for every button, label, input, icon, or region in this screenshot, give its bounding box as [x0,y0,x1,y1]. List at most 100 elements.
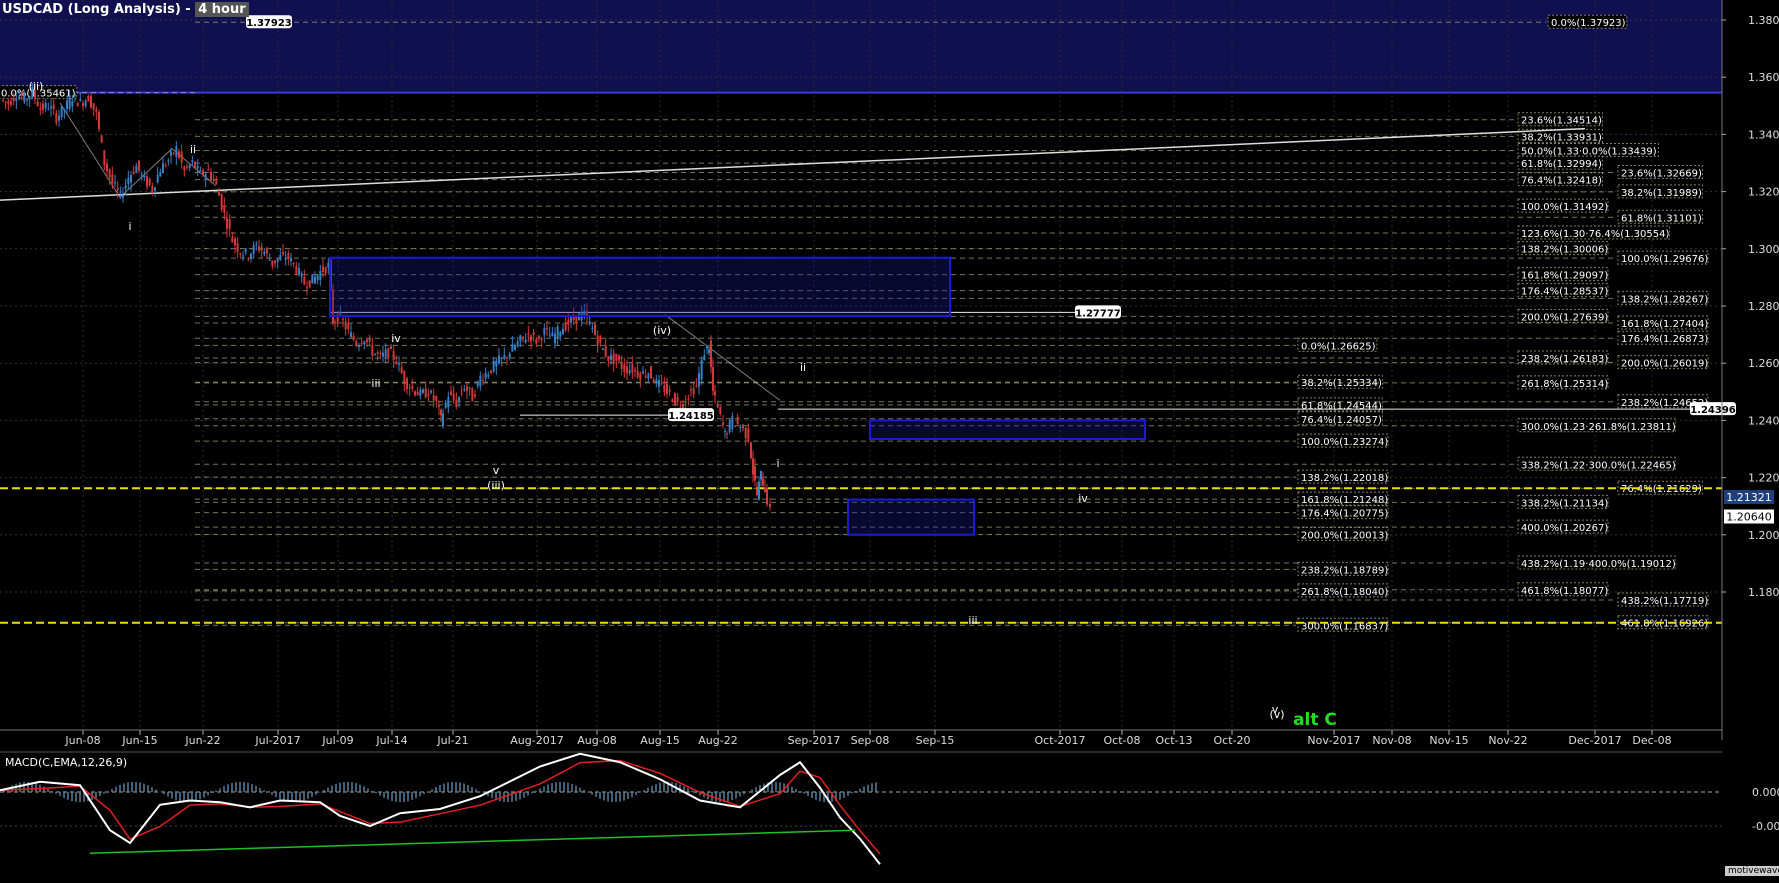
fib-label: 23.6%(1.34514) [1521,116,1602,127]
candle-body [390,346,392,350]
candle-body [684,401,687,403]
candle-body [36,101,39,107]
candle-body [186,166,188,168]
candle-body [612,353,615,364]
candle-body [71,101,74,107]
candle-body [514,345,516,350]
candle-body [114,182,116,184]
candle-body [368,338,371,342]
timeframe-badge[interactable]: 4 hour [195,2,249,17]
candle-body [162,163,164,173]
candle-body [124,185,127,189]
candle-body [604,346,607,357]
candle-body [769,504,771,507]
candle-body [710,340,712,368]
candle-body [306,287,308,289]
x-tick-label: Nov-08 [1372,734,1411,747]
fib-label: 300.0%(1.23·261.8%(1.23811) [1521,422,1676,433]
candle-body [342,319,344,321]
candle-body [18,96,20,99]
fib-label: 61.8%(1.32994) [1521,159,1602,170]
candle-body [564,322,567,331]
candle-body [639,372,642,381]
wave-label: iv [391,332,401,345]
candle-body [92,103,95,110]
candle-body [432,395,435,401]
wave-label: ii [800,361,806,374]
candle-body [324,267,327,274]
candle-body [400,367,403,374]
candle-body [427,393,430,397]
candle-body [756,488,758,495]
candle-body [543,328,546,335]
candle-body [474,394,476,397]
candle-body [298,268,300,275]
candle-body [319,270,322,280]
candle-body [532,332,535,335]
candle-body [500,357,503,359]
x-tick-label: Sep-08 [851,734,890,747]
candle-body [311,274,314,284]
candle-body [371,345,374,356]
candle-body [736,416,739,425]
candle-body [522,336,524,338]
candle-body [279,255,282,261]
fib-label: 200.0%(1.26019) [1621,359,1708,370]
fib-label: 0.0%(1.37923) [1551,18,1626,29]
candle-body [766,488,768,505]
candle-body [98,111,100,129]
candle-body [618,355,620,361]
price-chart-svg[interactable]: 0.0%(1.37923)0.0%(1.35461)23.6%(1.34514)… [0,0,1779,879]
macd-title: MACD(C,EMA,12,26,9) [5,756,128,769]
candle-body [435,396,438,402]
candle-body [15,99,18,101]
fib-label: 438.2%(1.17719) [1621,596,1708,607]
candle-body [750,442,752,459]
x-tick-label: Jun-22 [184,734,220,747]
candle-body [284,258,287,260]
fib-label: 176.4%(1.20775) [1301,509,1388,520]
candle-body [530,335,532,342]
candle-body [258,246,260,251]
candle-body [535,338,538,344]
fib-label: 76.4%(1.21629) [1621,484,1702,495]
chart-area[interactable]: 0.0%(1.37923) 0.0%(1.35461) 23.6%(1.34514)… [0,0,1779,879]
candle-body [596,335,599,346]
candle-body [66,100,68,110]
candle-body [143,175,146,178]
candle-body [719,406,722,414]
candle-body [387,348,390,358]
candle-body [90,95,92,108]
candle-body [122,195,124,199]
wave-label: alt C [1293,710,1337,730]
candle-body [255,243,258,245]
candle-body [334,321,336,323]
y-tick-label: 1.18000 [1748,586,1779,599]
candle-body [607,356,610,361]
fib-label: 138.2%(1.28267) [1621,294,1708,305]
y-tick-label: 1.20000 [1748,529,1779,542]
candle-body [455,399,458,407]
candle-body [760,470,762,480]
candle-body [588,321,591,325]
candle-body [199,170,202,172]
candle-body [398,363,400,365]
candle-body [384,349,387,357]
candle-body [644,376,647,378]
candle-body [379,353,382,355]
candle-body [7,100,10,104]
price-tag-label: 1.24185 [668,411,714,422]
candle-body [228,219,231,229]
candle-body [236,242,239,252]
candle-body [734,425,736,427]
candle-body [127,177,130,184]
y-tick-label: 1.32000 [1748,186,1779,199]
candle-body [747,428,750,442]
candle-body [690,389,692,391]
candle-body [546,327,548,330]
candle-body [156,174,159,183]
candle-body [215,180,218,185]
candle-body [167,160,170,162]
candle-body [708,349,710,354]
candle-body [52,104,55,110]
